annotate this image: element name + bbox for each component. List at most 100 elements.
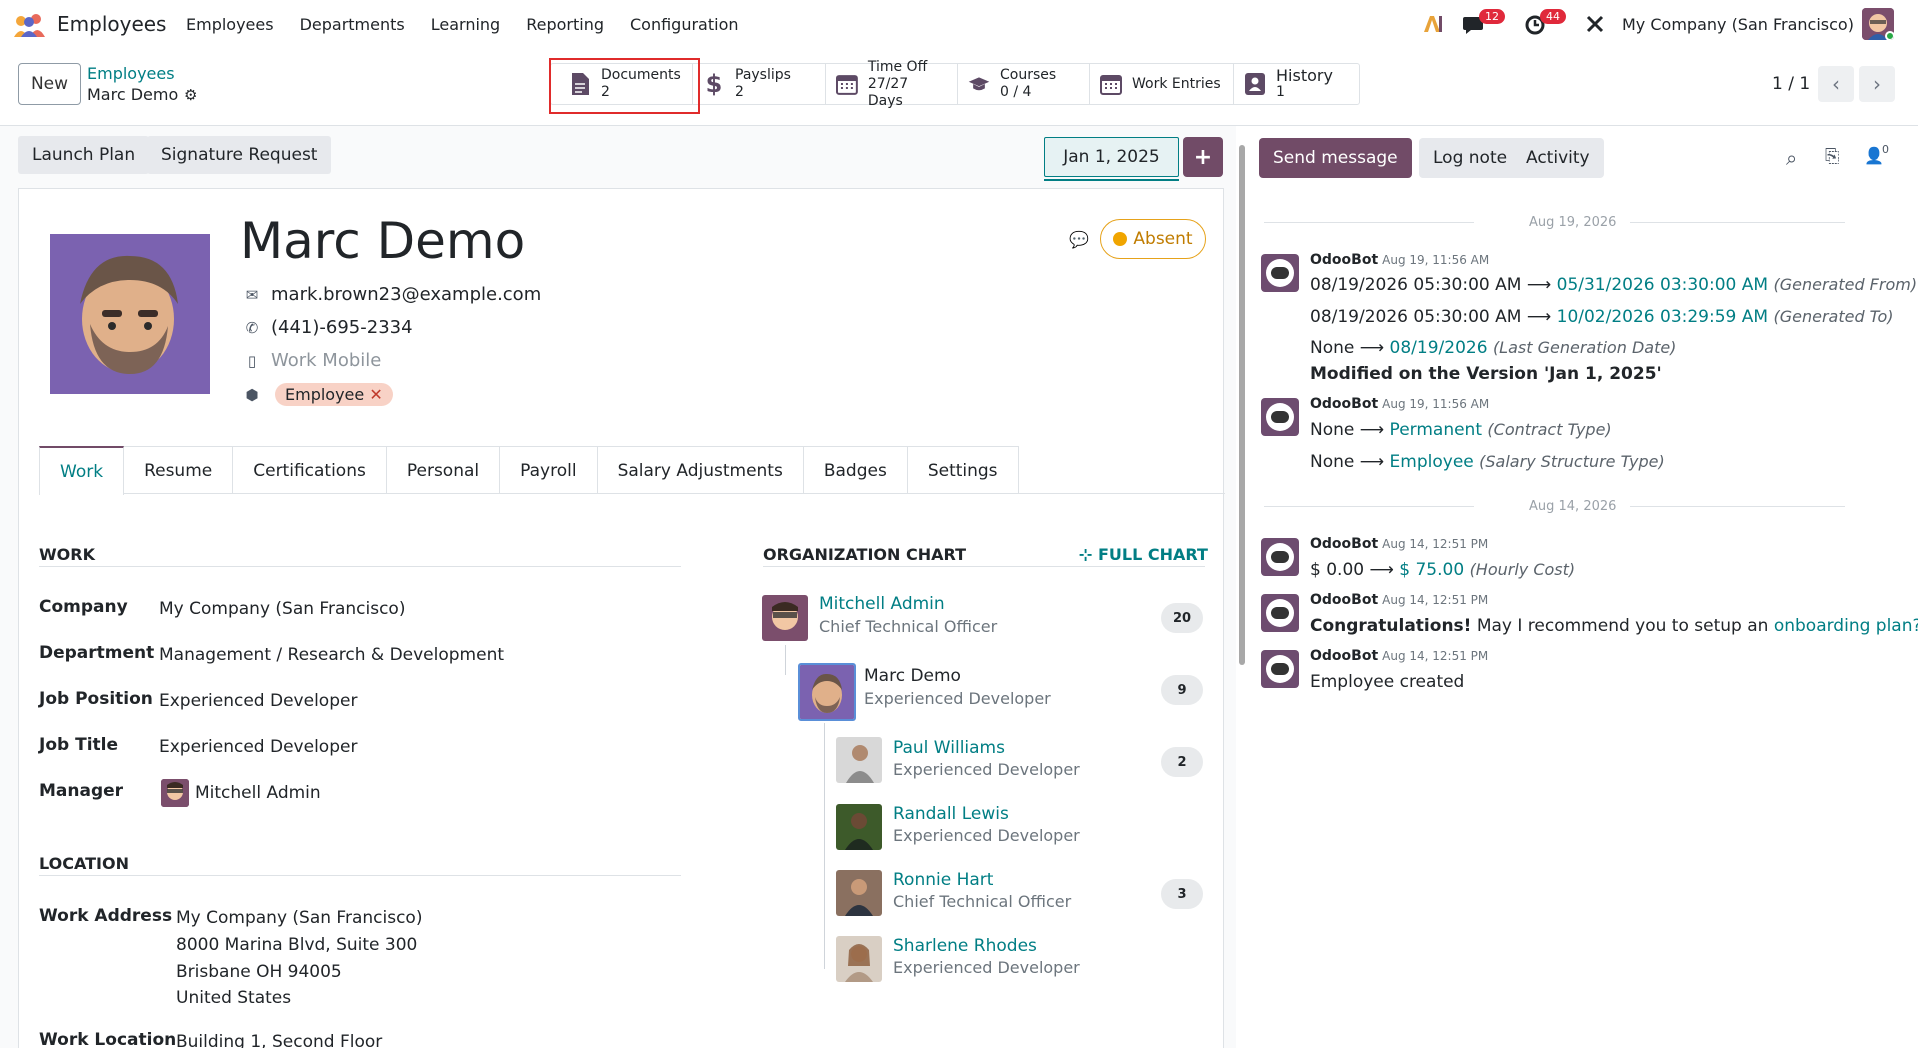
company-switcher[interactable]: My Company (San Francisco): [1622, 15, 1854, 34]
pager-previous-button[interactable]: ‹: [1818, 66, 1854, 102]
chatter-panel: Send message Log note Activity ⌕ ⎘ 👤 0 A…: [1252, 126, 1918, 1048]
job-position-label: Job Position: [39, 689, 153, 709]
history-button[interactable]: History 1: [1234, 64, 1359, 104]
tools-icon[interactable]: [1585, 14, 1605, 34]
presence-label: Absent: [1133, 229, 1193, 249]
work-location-label: Work Location: [39, 1030, 177, 1048]
work-mobile-field[interactable]: Work Mobile: [271, 350, 381, 371]
tab-salary-adjustments[interactable]: Salary Adjustments: [597, 446, 804, 494]
followers-icon[interactable]: 👤: [1864, 146, 1884, 165]
org-report-avatar-4[interactable]: [836, 936, 882, 982]
odoobot-avatar[interactable]: [1261, 650, 1299, 688]
email-field[interactable]: mark.brown23@example.com: [271, 284, 541, 305]
send-message-button[interactable]: Send message: [1259, 138, 1412, 178]
remove-tag-icon[interactable]: ✕: [369, 385, 382, 404]
time-off-button[interactable]: Time Off 27/27 Days: [826, 59, 958, 109]
app-title[interactable]: Employees: [57, 12, 166, 36]
job-title-label: Job Title: [39, 735, 118, 755]
org-report-count-1[interactable]: 2: [1161, 747, 1203, 777]
onboarding-plan-link[interactable]: onboarding plan?: [1774, 616, 1918, 636]
pager-value[interactable]: 1 / 1: [1772, 74, 1810, 94]
tab-settings[interactable]: Settings: [907, 446, 1019, 494]
job-title-field[interactable]: Experienced Developer: [159, 737, 357, 757]
employees-app-icon[interactable]: [12, 13, 46, 37]
department-field[interactable]: Management / Research & Development: [159, 645, 504, 665]
org-report-name-4[interactable]: Sharlene Rhodes: [893, 936, 1037, 956]
phone-field[interactable]: (441)-695-2334: [271, 317, 413, 338]
new-button[interactable]: New: [18, 63, 81, 105]
signature-request-button[interactable]: Signature Request: [147, 136, 332, 174]
department-label: Department: [39, 643, 155, 663]
message-time: Aug 14, 12:51 PM: [1382, 593, 1489, 607]
pager-next-button[interactable]: ›: [1859, 66, 1895, 102]
version-date-button[interactable]: Jan 1, 2025: [1044, 137, 1179, 177]
paperclip-icon[interactable]: ⎘: [1825, 146, 1839, 167]
documents-button[interactable]: Documents 2: [551, 64, 693, 104]
message-author: OdooBot Aug 14, 12:51 PM: [1310, 592, 1489, 608]
org-manager-avatar[interactable]: [762, 595, 808, 641]
manager-avatar[interactable]: [161, 779, 189, 807]
org-report-avatar-1[interactable]: [836, 737, 882, 783]
odoobot-avatar[interactable]: [1261, 594, 1299, 632]
job-position-field[interactable]: Experienced Developer: [159, 691, 357, 711]
tab-certifications[interactable]: Certifications: [233, 446, 387, 494]
breadcrumb-employees[interactable]: Employees: [87, 64, 175, 83]
email-row: ✉ mark.brown23@example.com: [241, 284, 542, 305]
add-version-button[interactable]: +: [1183, 137, 1223, 177]
date-divider-left: [1264, 506, 1474, 507]
tab-personal[interactable]: Personal: [386, 446, 501, 494]
employee-tag-label: Employee: [285, 385, 365, 404]
log-note-button[interactable]: Log note: [1419, 138, 1522, 178]
company-field[interactable]: My Company (San Francisco): [159, 599, 405, 619]
documents-label: Documents: [601, 67, 681, 83]
org-report-name-3[interactable]: Ronnie Hart: [893, 870, 993, 890]
courses-button[interactable]: Courses 0 / 4: [958, 64, 1090, 104]
search-icon[interactable]: ⌕: [1786, 146, 1797, 170]
message-author: OdooBot Aug 19, 11:56 AM: [1310, 396, 1490, 412]
work-location-field[interactable]: Building 1, Second Floor: [176, 1032, 382, 1048]
address-line-1[interactable]: My Company (San Francisco): [176, 908, 422, 928]
org-report-name-1[interactable]: Paul Williams: [893, 738, 1005, 758]
form-view: Launch Plan Signature Request Jan 1, 202…: [0, 126, 1236, 1048]
org-manager-name[interactable]: Mitchell Admin: [819, 594, 945, 614]
tab-badges[interactable]: Badges: [803, 446, 908, 494]
tracking-line: 08/19/2026 05:30:00 AM ⟶ 10/02/2026 03:2…: [1310, 307, 1894, 327]
org-report-avatar-3[interactable]: [836, 870, 882, 916]
gear-icon[interactable]: ⚙: [184, 86, 197, 104]
address-line-4: United States: [176, 988, 292, 1008]
version-date-underline: [1044, 179, 1179, 181]
org-report-count-3[interactable]: 3: [1161, 879, 1203, 909]
user-avatar[interactable]: [1862, 8, 1894, 40]
employee-tag[interactable]: Employee ✕: [275, 383, 393, 406]
manager-field[interactable]: Mitchell Admin: [195, 783, 321, 803]
launch-plan-button[interactable]: Launch Plan: [18, 136, 150, 174]
absent-dot-icon: [1113, 232, 1128, 246]
tab-resume[interactable]: Resume: [124, 446, 234, 494]
chat-icon[interactable]: 💬: [1069, 230, 1089, 249]
odoobot-avatar[interactable]: [1261, 398, 1299, 436]
tab-payroll[interactable]: Payroll: [500, 446, 598, 494]
org-report-name-2[interactable]: Randall Lewis: [893, 804, 1009, 824]
activity-button[interactable]: Activity: [1512, 138, 1604, 178]
menu-departments[interactable]: Departments: [300, 15, 405, 34]
menu-employees[interactable]: Employees: [186, 15, 274, 34]
form-scrollbar-thumb[interactable]: [1239, 145, 1245, 665]
company-label: Company: [39, 597, 128, 617]
menu-reporting[interactable]: Reporting: [526, 15, 604, 34]
tab-work[interactable]: Work: [39, 446, 125, 495]
history-label: History: [1276, 66, 1333, 85]
menu-learning[interactable]: Learning: [431, 15, 500, 34]
payslips-button[interactable]: $ Payslips 2: [693, 64, 826, 104]
menu-configuration[interactable]: Configuration: [630, 15, 739, 34]
org-manager-count[interactable]: 20: [1161, 603, 1203, 633]
employee-photo[interactable]: [50, 234, 210, 394]
sitemap-icon: ⊹: [1079, 545, 1093, 564]
org-self-count[interactable]: 9: [1161, 675, 1203, 705]
full-chart-link[interactable]: ⊹ FULL CHART: [1079, 545, 1208, 564]
work-entries-button[interactable]: Work Entries: [1090, 64, 1234, 104]
odoobot-avatar[interactable]: [1261, 538, 1299, 576]
ai-icon[interactable]: [1422, 14, 1444, 34]
odoobot-avatar[interactable]: [1261, 254, 1299, 292]
employee-name[interactable]: Marc Demo: [240, 212, 525, 270]
org-report-avatar-2[interactable]: [836, 804, 882, 850]
